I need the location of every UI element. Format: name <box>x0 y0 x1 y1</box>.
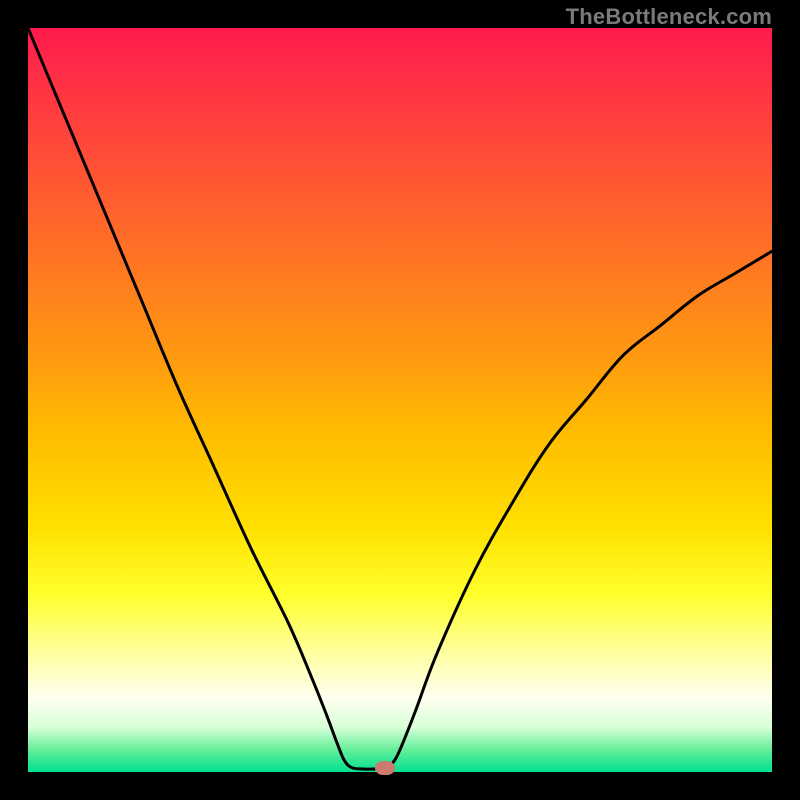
plot-area <box>28 28 772 772</box>
attribution-label: TheBottleneck.com <box>566 4 772 30</box>
chart-container: TheBottleneck.com <box>0 0 800 800</box>
bottleneck-curve <box>28 28 772 772</box>
optimum-marker <box>375 761 395 775</box>
